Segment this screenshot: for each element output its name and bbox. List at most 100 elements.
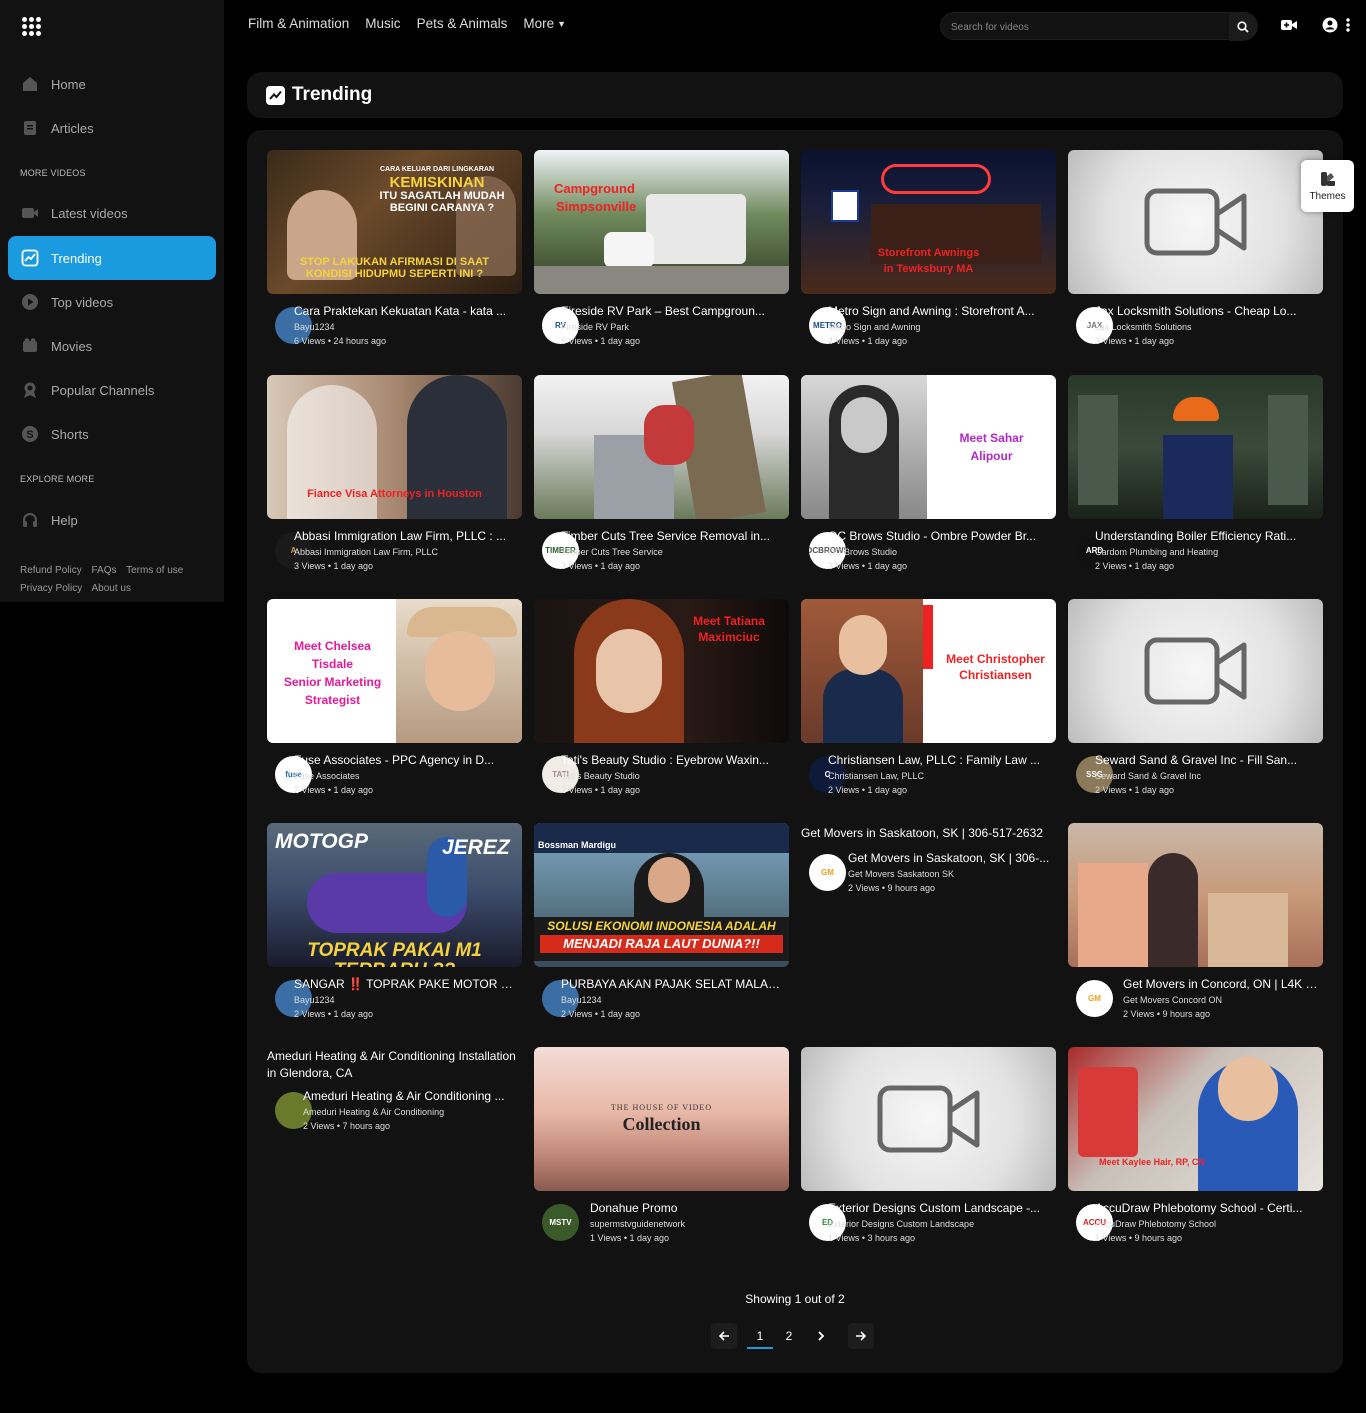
video-thumbnail[interactable]	[801, 1047, 1056, 1191]
video-thumbnail[interactable]	[534, 375, 789, 519]
channel-name[interactable]: Get Movers Concord ON	[1123, 995, 1222, 1005]
video-card[interactable]: Meet Chelsea Tisdale Senior Marketing St…	[267, 599, 523, 809]
channel-name[interactable]: Bayu1234	[294, 995, 335, 1005]
video-title[interactable]: Seward Sand & Gravel Inc - Fill San...	[1095, 753, 1320, 767]
video-card[interactable]: GM Get Movers in Concord, ON | L4K 1... …	[1068, 823, 1324, 1033]
next-page-button[interactable]	[808, 1323, 834, 1349]
video-card[interactable]: ARD Understanding Boiler Efficiency Rati…	[1068, 375, 1324, 585]
channel-name[interactable]: Fireside RV Park	[561, 322, 629, 332]
nav-more-dropdown[interactable]: More ▼	[523, 16, 566, 31]
video-thumbnail[interactable]	[1068, 599, 1323, 743]
about-us-link[interactable]: About us	[91, 583, 130, 594]
video-card[interactable]: Meet Christopher Christiansen C Christia…	[801, 599, 1057, 809]
video-card[interactable]: Meet Tatiana Maximciuc TATI Tati's Beaut…	[534, 599, 790, 809]
video-card[interactable]: Meet Kaylee Hair, RP, CN ACCU AccuDraw P…	[1068, 1047, 1324, 1257]
video-thumbnail[interactable]: Meet Kaylee Hair, RP, CN	[1068, 1047, 1323, 1191]
video-thumbnail[interactable]: THE HOUSE OF VIDEO Collection	[534, 1047, 789, 1191]
channel-name[interactable]: Cardom Plumbing and Heating	[1095, 547, 1218, 557]
channel-avatar[interactable]: GM	[809, 854, 846, 891]
video-title[interactable]: Fireside RV Park – Best Campgroun...	[561, 304, 786, 318]
nav-link-pets-animals[interactable]: Pets & Animals	[417, 16, 508, 31]
sidebar-item-shorts[interactable]: S Shorts	[8, 412, 216, 456]
sidebar-item-trending[interactable]: Trending	[8, 236, 216, 280]
user-account-icon[interactable]	[1322, 17, 1338, 38]
video-title[interactable]: OC Brows Studio - Ombre Powder Br...	[828, 529, 1053, 543]
video-title[interactable]: Tati's Beauty Studio : Eyebrow Waxin...	[561, 753, 786, 767]
faqs-link[interactable]: FAQs	[91, 565, 116, 576]
video-thumbnail[interactable]: Campground Simpsonville	[534, 150, 789, 294]
search-button[interactable]	[1229, 13, 1257, 41]
video-thumbnail[interactable]: MOTOGP JEREZ TOPRAK PAKAI M1 TERBARU ??	[267, 823, 522, 967]
channel-name[interactable]: Christiansen Law, PLLC	[828, 771, 924, 781]
channel-name[interactable]: AccuDraw Phlebotomy School	[1095, 1219, 1216, 1229]
video-title[interactable]: Timber Cuts Tree Service Removal in...	[561, 529, 786, 543]
video-card[interactable]: SSG Seward Sand & Gravel Inc - Fill San.…	[1068, 599, 1324, 809]
video-title[interactable]: PURBAYA AKAN PAJAK SELAT MALAKA, ...	[561, 977, 786, 991]
video-thumbnail[interactable]: Storefront Awnings in Tewksbury MA	[801, 150, 1056, 294]
nav-link-music[interactable]: Music	[365, 16, 400, 31]
video-title[interactable]: Metro Sign and Awning : Storefront A...	[828, 304, 1053, 318]
sidebar-item-top-videos[interactable]: Top videos	[8, 280, 216, 324]
channel-name[interactable]: Seward Sand & Gravel Inc	[1095, 771, 1201, 781]
sidebar-item-popular-channels[interactable]: Popular Channels	[8, 368, 216, 412]
video-card[interactable]: CARA KELUAR DARI LINGKARAN KEMISKINAN IT…	[267, 150, 523, 360]
video-thumbnail[interactable]: Meet Sahar Alipour	[801, 375, 1056, 519]
video-thumbnail[interactable]: Fiance Visa Attorneys in Houston	[267, 375, 522, 519]
channel-name[interactable]: Exterior Designs Custom Landscape	[828, 1219, 974, 1229]
video-card[interactable]: TIMBER Timber Cuts Tree Service Removal …	[534, 375, 790, 585]
channel-name[interactable]: Tati's Beauty Studio	[561, 771, 640, 781]
video-title[interactable]: Get Movers in Saskatoon, SK | 306-...	[848, 851, 1053, 865]
video-card[interactable]: JAX Jax Locksmith Solutions - Cheap Lo..…	[1068, 150, 1324, 360]
video-heading[interactable]: Get Movers in Saskatoon, SK | 306-517-26…	[801, 823, 1057, 845]
page-1-button[interactable]: 1	[747, 1323, 773, 1349]
sidebar-item-articles[interactable]: Articles	[8, 106, 216, 150]
channel-name[interactable]: Bayu1234	[561, 995, 602, 1005]
video-card[interactable]: Storefront Awnings in Tewksbury MA METRO…	[801, 150, 1057, 360]
video-title[interactable]: Abbasi Immigration Law Firm, PLLC : ...	[294, 529, 519, 543]
video-thumbnail[interactable]: Bossman Mardigu SOLUSI EKONOMI INDONESIA…	[534, 823, 789, 967]
channel-name[interactable]: OC Brows Studio	[828, 547, 897, 557]
video-title[interactable]: SANGAR ‼️ TOPRAK PAKE MOTOR BARU ...	[294, 977, 519, 991]
page-2-button[interactable]: 2	[776, 1323, 802, 1349]
channel-name[interactable]: Fuse Associates	[294, 771, 360, 781]
video-card[interactable]: Bossman Mardigu SOLUSI EKONOMI INDONESIA…	[534, 823, 790, 1033]
video-thumbnail[interactable]: Meet Tatiana Maximciuc	[534, 599, 789, 743]
sidebar-item-latest-videos[interactable]: Latest videos	[8, 191, 216, 235]
terms-link[interactable]: Terms of use	[126, 565, 183, 576]
video-title[interactable]: Ameduri Heating & Air Conditioning ...	[303, 1089, 519, 1103]
channel-avatar[interactable]: MSTV	[542, 1204, 579, 1241]
channel-name[interactable]: Abbasi Immigration Law Firm, PLLC	[294, 547, 438, 557]
channel-name[interactable]: supermstvguidenetwork	[590, 1219, 685, 1229]
video-card[interactable]: Campground Simpsonville RV Fireside RV P…	[534, 150, 790, 360]
sidebar-item-help[interactable]: Help	[8, 498, 216, 542]
channel-name[interactable]: Jax Locksmith Solutions	[1095, 322, 1192, 332]
channel-name[interactable]: Timber Cuts Tree Service	[561, 547, 663, 557]
last-page-button[interactable]	[848, 1323, 874, 1349]
upload-video-icon[interactable]	[1280, 17, 1298, 38]
video-thumbnail[interactable]: CARA KELUAR DARI LINGKARAN KEMISKINAN IT…	[267, 150, 522, 294]
video-title[interactable]: Cara Praktekan Kekuatan Kata - kata ...	[294, 304, 519, 318]
themes-button[interactable]: Themes	[1301, 160, 1354, 212]
video-heading[interactable]: Ameduri Heating & Air Conditioning Insta…	[267, 1047, 523, 1087]
video-card[interactable]: Ameduri Heating & Air Conditioning Insta…	[267, 1047, 523, 1145]
video-thumbnail[interactable]: Meet Christopher Christiansen	[801, 599, 1056, 743]
video-title[interactable]: Exterior Designs Custom Landscape -...	[828, 1201, 1053, 1215]
video-title[interactable]: Donahue Promo	[590, 1201, 786, 1215]
video-card[interactable]: THE HOUSE OF VIDEO Collection MSTV Donah…	[534, 1047, 790, 1257]
video-thumbnail[interactable]	[1068, 375, 1323, 519]
sidebar-item-home[interactable]: Home	[8, 62, 216, 106]
channel-avatar[interactable]: GM	[1076, 980, 1113, 1017]
video-title[interactable]: Fuse Associates - PPC Agency in D...	[294, 753, 519, 767]
channel-name[interactable]: Ameduri Heating & Air Conditioning	[303, 1107, 444, 1117]
video-title[interactable]: Christiansen Law, PLLC : Family Law ...	[828, 753, 1053, 767]
channel-name[interactable]: Metro Sign and Awning	[828, 322, 920, 332]
nav-link-film-animation[interactable]: Film & Animation	[248, 16, 349, 31]
channel-name[interactable]: Bayu1234	[294, 322, 335, 332]
channel-name[interactable]: Get Movers Saskatoon SK	[848, 869, 954, 879]
video-card[interactable]: MOTOGP JEREZ TOPRAK PAKAI M1 TERBARU ?? …	[267, 823, 523, 1033]
video-thumbnail[interactable]: Meet Chelsea Tisdale Senior Marketing St…	[267, 599, 522, 743]
privacy-policy-link[interactable]: Privacy Policy	[20, 583, 82, 594]
video-title[interactable]: AccuDraw Phlebotomy School - Certi...	[1095, 1201, 1320, 1215]
video-card[interactable]: Meet Sahar Alipour OCBROWS OC Brows Stud…	[801, 375, 1057, 585]
video-title[interactable]: Jax Locksmith Solutions - Cheap Lo...	[1095, 304, 1320, 318]
